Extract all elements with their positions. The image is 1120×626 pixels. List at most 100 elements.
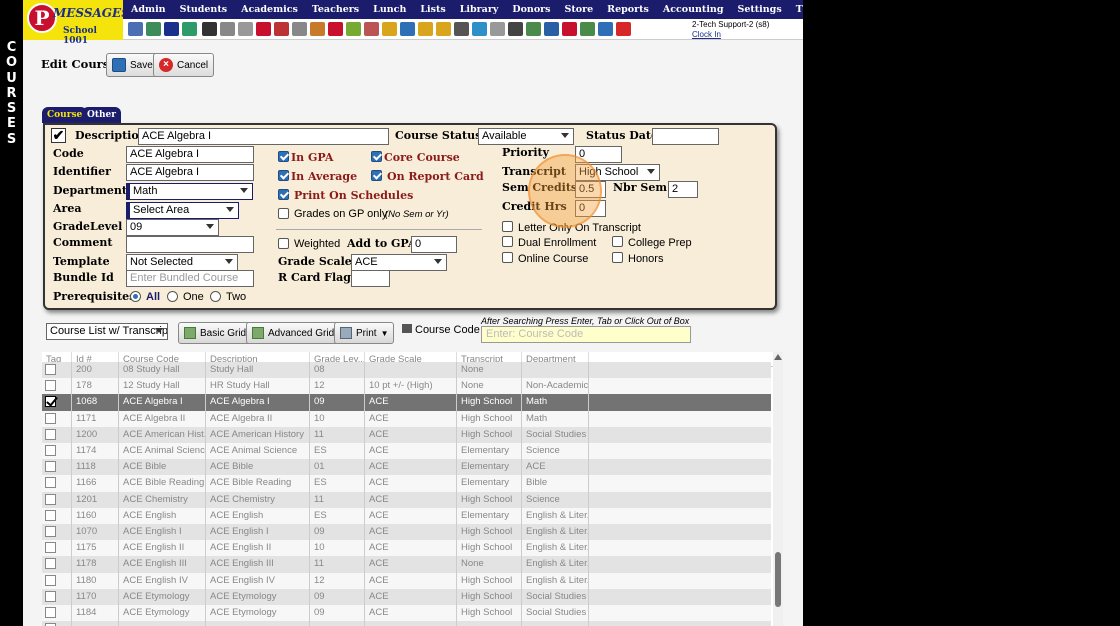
identifier-input[interactable]: ACE Algebra I [126, 164, 254, 181]
search-icon[interactable] [128, 22, 143, 36]
speaker-icon[interactable] [220, 22, 235, 36]
cancel-button[interactable]: × Cancel [153, 53, 215, 77]
row-tag-cell[interactable] [42, 362, 72, 379]
row-tag-cell[interactable] [42, 556, 72, 573]
row-tag-cell[interactable] [42, 540, 72, 557]
gradelevel-select[interactable]: 09 [126, 219, 219, 236]
nav-item-accounting[interactable]: Accounting [655, 4, 730, 15]
online-course-checkbox[interactable] [502, 252, 513, 263]
person-icon[interactable] [310, 22, 325, 36]
pdf-icon[interactable] [562, 22, 577, 36]
row-tag-cell[interactable] [42, 475, 72, 492]
nav-item-ts[interactable]: TS [788, 4, 803, 15]
row-tag-cell[interactable] [42, 524, 72, 541]
row-checkbox[interactable] [45, 542, 56, 554]
nav-item-reports[interactable]: Reports [599, 4, 655, 15]
row-tag-cell[interactable] [42, 443, 72, 460]
description-input[interactable]: ACE Algebra I [138, 128, 389, 145]
nav-item-teachers[interactable]: Teachers [304, 4, 365, 15]
nbr-sem-input[interactable]: 2 [668, 181, 698, 198]
row-checkbox[interactable] [45, 428, 56, 440]
active-checkbox[interactable]: ✔ [51, 128, 66, 143]
row-checkbox[interactable] [45, 396, 56, 408]
college-prep-checkbox[interactable] [612, 236, 623, 247]
card-icon[interactable] [382, 22, 397, 36]
letter-only-checkbox[interactable] [502, 221, 513, 232]
row-checkbox[interactable] [45, 493, 56, 505]
row-checkbox[interactable] [45, 526, 56, 537]
row-checkbox[interactable] [45, 380, 56, 392]
grid-icon[interactable] [490, 22, 505, 36]
prereq-radio-one[interactable] [167, 291, 178, 302]
add-gpa-input[interactable]: 0 [411, 236, 457, 253]
credit-hrs-input[interactable]: 0 [575, 200, 606, 217]
row-checkbox[interactable] [45, 509, 56, 521]
row-tag-cell[interactable] [42, 394, 72, 411]
table-row[interactable]: 178 12 Study Hall HR Study Hall 12 10 pt +/-… [42, 378, 771, 395]
row-tag-cell[interactable] [42, 426, 72, 443]
row-tag-cell[interactable] [42, 621, 72, 626]
nav-item-lists[interactable]: Lists [412, 4, 451, 15]
table-row[interactable]: 1200 ACE American Hist... ACE American His… [42, 426, 771, 443]
calendar-red-icon[interactable] [256, 22, 271, 36]
basic-grid-button[interactable]: Basic Grid [178, 322, 253, 344]
table-row[interactable]: 1170 ACE Etymology ACE Etymology 09 ACE High … [42, 588, 771, 605]
row-checkbox[interactable] [45, 461, 56, 473]
nav-item-library[interactable]: Library [452, 4, 505, 15]
in-average-checkbox[interactable] [278, 170, 289, 181]
rcard-flag-input[interactable] [351, 270, 390, 287]
megaphone-icon[interactable] [292, 22, 307, 36]
core-course-checkbox[interactable] [371, 151, 382, 162]
honors-checkbox[interactable] [612, 252, 623, 263]
status-select[interactable]: Available [478, 128, 574, 145]
code-input[interactable]: ACE Algebra I [126, 146, 254, 163]
row-checkbox[interactable] [45, 558, 56, 570]
calendar-icon[interactable] [146, 22, 161, 36]
grid-scrollbar[interactable] [773, 352, 783, 626]
table-row[interactable]: 1070 ACE English I ACE English I 09 ACE High … [42, 524, 771, 541]
table-row[interactable]: 1174 ACE Animal Science ACE Animal Science… [42, 443, 771, 460]
prereq-radio-all[interactable] [130, 291, 141, 302]
grades-gp-checkbox[interactable] [278, 208, 289, 219]
row-checkbox[interactable] [45, 445, 56, 456]
nav-item-settings[interactable]: Settings [729, 4, 787, 15]
row-checkbox[interactable] [45, 590, 56, 602]
grade-scale-select[interactable]: ACE [351, 254, 447, 271]
course-list-select[interactable]: Course List w/ Transcript [46, 323, 168, 340]
phone-icon[interactable] [202, 22, 217, 36]
dual-enrollment-checkbox[interactable] [502, 236, 513, 247]
template-select[interactable]: Not Selected [126, 254, 238, 271]
table-row[interactable]: 1180 ACE English IV ACE English IV 12 ACE Hig… [42, 572, 771, 589]
row-tag-cell[interactable] [42, 378, 72, 395]
save-button[interactable]: Save [106, 53, 159, 77]
in-gpa-checkbox[interactable] [278, 151, 289, 162]
scroll-up-icon[interactable] [774, 354, 782, 360]
table-row[interactable]: 1184 ACE Etymology ACE Etymology 09 ACE High … [42, 605, 771, 622]
priority-input[interactable]: 0 [575, 146, 622, 163]
print-icon[interactable] [274, 22, 289, 36]
list-icon[interactable] [238, 22, 253, 36]
table-row[interactable]: 1178 ACE English III ACE English III 11 ACE N… [42, 556, 771, 573]
book-icon[interactable] [400, 22, 415, 36]
nav-item-donors[interactable]: Donors [504, 4, 556, 15]
course-code-search-input[interactable]: Enter: Course Code [481, 326, 691, 343]
nav-item-store[interactable]: Store [557, 4, 600, 15]
stack-icon[interactable] [580, 22, 595, 36]
tab-other[interactable]: Other [82, 107, 122, 123]
row-tag-cell[interactable] [42, 459, 72, 476]
bus-icon[interactable] [526, 22, 541, 36]
table-row[interactable]: 1160 ACE English ACE English ES ACE Elementar… [42, 507, 771, 524]
report-icon[interactable] [544, 22, 559, 36]
report-card-checkbox[interactable] [371, 170, 382, 181]
row-checkbox[interactable] [45, 574, 56, 586]
row-tag-cell[interactable] [42, 507, 72, 524]
transcript-select[interactable]: High School [575, 164, 660, 181]
chat-icon[interactable] [182, 22, 197, 36]
nav-item-admin[interactable]: Admin [123, 4, 172, 15]
row-tag-cell[interactable] [42, 572, 72, 589]
table-row[interactable]: 1175 ACE English II ACE English II 10 ACE Hig… [42, 540, 771, 557]
row-tag-cell[interactable] [42, 410, 72, 427]
tab-course[interactable]: Course [42, 107, 88, 123]
row-checkbox[interactable] [45, 364, 56, 375]
table-row[interactable]: 1118 ACE Bible ACE Bible 01 ACE Elementary ACE [42, 459, 771, 476]
